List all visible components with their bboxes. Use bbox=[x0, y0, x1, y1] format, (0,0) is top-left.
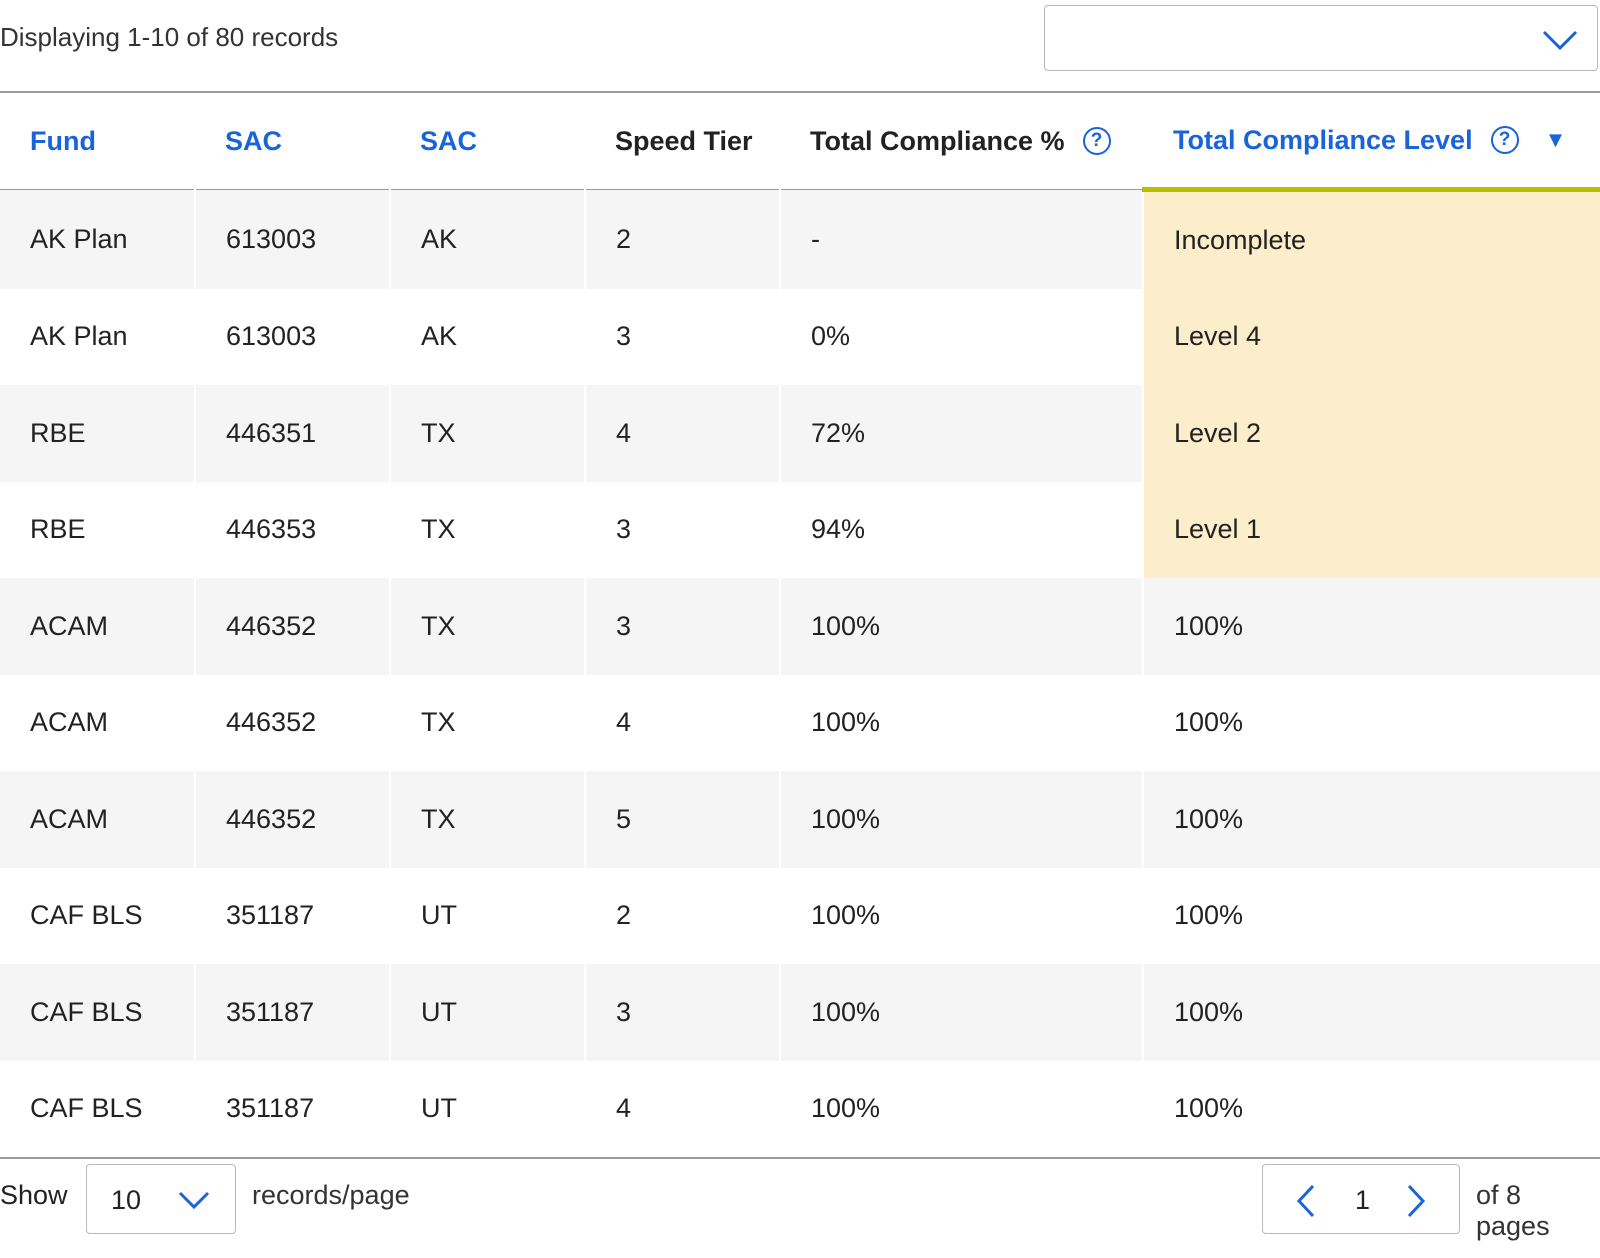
cell-sac: 351187 bbox=[195, 1060, 391, 1157]
cell-sac: 351187 bbox=[195, 867, 391, 964]
cell-compliance-level: 100% bbox=[1143, 771, 1600, 868]
cell-compliance-pct: 100% bbox=[780, 578, 1144, 675]
cell-compliance-pct: 0% bbox=[780, 288, 1144, 385]
table-header-row: Fund SAC SAC Speed Tier Total Compliance… bbox=[0, 93, 1600, 192]
cell-sac-state: TX bbox=[390, 578, 586, 675]
cell-compliance-pct: 100% bbox=[780, 674, 1144, 771]
show-label: Show bbox=[0, 1180, 68, 1210]
cell-compliance-level: Level 2 bbox=[1143, 385, 1600, 482]
column-header-total-compliance-pct: Total Compliance % ? bbox=[780, 93, 1143, 190]
chevron-right-icon[interactable] bbox=[1403, 1183, 1429, 1219]
table-row: ACAM 446352 TX 3 100% 100% bbox=[0, 578, 1600, 675]
cell-fund: AK Plan bbox=[0, 288, 196, 385]
cell-compliance-pct: - bbox=[780, 189, 1144, 289]
cell-compliance-pct: 72% bbox=[780, 385, 1144, 482]
cell-fund: ACAM bbox=[0, 771, 196, 868]
cell-fund: RBE bbox=[0, 481, 196, 578]
cell-sac-state: AK bbox=[390, 288, 586, 385]
cell-sac: 613003 bbox=[195, 189, 391, 289]
cell-compliance-level: 100% bbox=[1143, 1060, 1600, 1157]
cell-fund: ACAM bbox=[0, 578, 196, 675]
cell-sac-state: UT bbox=[390, 867, 586, 964]
filter-select[interactable] bbox=[1044, 5, 1598, 71]
cell-compliance-pct: 100% bbox=[780, 964, 1144, 1061]
cell-compliance-pct: 94% bbox=[780, 481, 1144, 578]
chevron-down-icon bbox=[178, 1191, 210, 1210]
total-pages-label: of 8 pages bbox=[1476, 1180, 1550, 1241]
cell-sac: 446352 bbox=[195, 771, 391, 868]
column-header-sac-state[interactable]: SAC bbox=[390, 93, 585, 190]
table-row: CAF BLS 351187 UT 3 100% 100% bbox=[0, 964, 1600, 1061]
cell-speed-tier: 2 bbox=[585, 189, 781, 289]
cell-compliance-level: Incomplete bbox=[1143, 189, 1600, 289]
cell-sac-state: TX bbox=[390, 771, 586, 868]
cell-compliance-level: 100% bbox=[1143, 674, 1600, 771]
table-row: CAF BLS 351187 UT 4 100% 100% bbox=[0, 1060, 1600, 1157]
cell-fund: RBE bbox=[0, 385, 196, 482]
column-label: Total Compliance Level bbox=[1173, 124, 1473, 155]
column-label: Total Compliance % bbox=[810, 125, 1065, 156]
current-page-input[interactable]: 1 bbox=[1355, 1185, 1370, 1216]
cell-fund: CAF BLS bbox=[0, 964, 196, 1061]
cell-fund: CAF BLS bbox=[0, 867, 196, 964]
column-header-speed-tier: Speed Tier bbox=[615, 125, 753, 156]
table-row: AK Plan 613003 AK 2 - Incomplete bbox=[0, 189, 1600, 289]
cell-sac: 613003 bbox=[195, 288, 391, 385]
chevron-down-icon bbox=[1542, 30, 1578, 51]
cell-sac-state: TX bbox=[390, 385, 586, 482]
cell-compliance-level: 100% bbox=[1143, 964, 1600, 1061]
column-header-total-compliance-level[interactable]: Total Compliance Level ? ▼ bbox=[1143, 93, 1600, 192]
page-size-select[interactable]: 10 bbox=[86, 1164, 236, 1234]
cell-sac-state: TX bbox=[390, 481, 586, 578]
cell-sac-state: UT bbox=[390, 1060, 586, 1157]
compliance-table: Fund SAC SAC Speed Tier Total Compliance… bbox=[0, 93, 1600, 1157]
pagination-bar: Show 10 records/page 1 of 8 pages bbox=[0, 1158, 1600, 1258]
cell-sac: 351187 bbox=[195, 964, 391, 1061]
cell-sac-state: UT bbox=[390, 964, 586, 1061]
cell-sac-state: TX bbox=[390, 674, 586, 771]
cell-sac: 446353 bbox=[195, 481, 391, 578]
records-per-page-label: records/page bbox=[252, 1180, 410, 1210]
record-count-text: Displaying 1-10 of 80 records bbox=[0, 22, 339, 52]
cell-speed-tier: 3 bbox=[585, 288, 781, 385]
cell-compliance-level: Level 4 bbox=[1143, 288, 1600, 385]
column-header-sac[interactable]: SAC bbox=[195, 93, 390, 190]
page-navigator: 1 bbox=[1262, 1164, 1460, 1234]
help-icon[interactable]: ? bbox=[1490, 126, 1519, 154]
cell-speed-tier: 5 bbox=[585, 771, 781, 868]
chevron-left-icon[interactable] bbox=[1293, 1183, 1319, 1219]
cell-sac: 446351 bbox=[195, 385, 391, 482]
table-toolbar: Displaying 1-10 of 80 records bbox=[0, 0, 1600, 92]
cell-speed-tier: 3 bbox=[585, 578, 781, 675]
cell-sac: 446352 bbox=[195, 674, 391, 771]
table-row: ACAM 446352 TX 5 100% 100% bbox=[0, 771, 1600, 868]
table-row: ACAM 446352 TX 4 100% 100% bbox=[0, 674, 1600, 771]
cell-fund: ACAM bbox=[0, 674, 196, 771]
cell-compliance-pct: 100% bbox=[780, 1060, 1144, 1157]
sort-descending-icon[interactable]: ▼ bbox=[1545, 127, 1567, 153]
cell-compliance-level: Level 1 bbox=[1143, 481, 1600, 578]
table-row: RBE 446353 TX 3 94% Level 1 bbox=[0, 481, 1600, 578]
cell-speed-tier: 2 bbox=[585, 867, 781, 964]
cell-fund: AK Plan bbox=[0, 189, 196, 289]
cell-speed-tier: 4 bbox=[585, 385, 781, 482]
cell-compliance-pct: 100% bbox=[780, 867, 1144, 964]
cell-sac: 446352 bbox=[195, 578, 391, 675]
cell-fund: CAF BLS bbox=[0, 1060, 196, 1157]
cell-speed-tier: 4 bbox=[585, 1060, 781, 1157]
table-row: AK Plan 613003 AK 3 0% Level 4 bbox=[0, 288, 1600, 385]
table-row: RBE 446351 TX 4 72% Level 2 bbox=[0, 385, 1600, 482]
page-size-value: 10 bbox=[111, 1185, 142, 1215]
cell-speed-tier: 3 bbox=[585, 964, 781, 1061]
cell-compliance-level: 100% bbox=[1143, 867, 1600, 964]
column-header-fund[interactable]: Fund bbox=[0, 93, 195, 190]
cell-sac-state: AK bbox=[390, 189, 586, 289]
cell-speed-tier: 4 bbox=[585, 674, 781, 771]
table-row: CAF BLS 351187 UT 2 100% 100% bbox=[0, 867, 1600, 964]
help-icon[interactable]: ? bbox=[1082, 127, 1111, 155]
cell-compliance-level: 100% bbox=[1143, 578, 1600, 675]
cell-compliance-pct: 100% bbox=[780, 771, 1144, 868]
cell-speed-tier: 3 bbox=[585, 481, 781, 578]
